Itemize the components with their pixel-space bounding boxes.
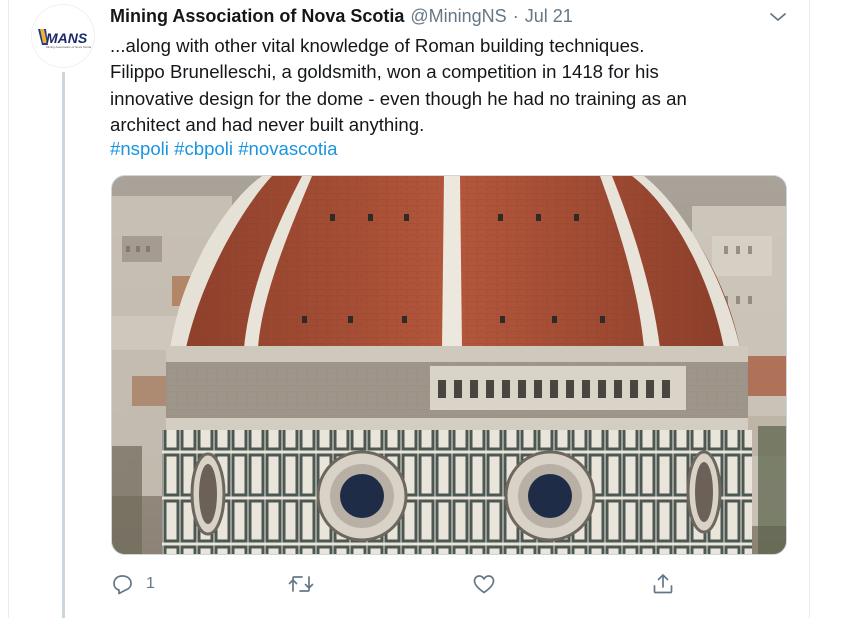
share-icon	[653, 574, 673, 594]
hashtags: #nspoli #cbpoli #novascotia	[110, 137, 337, 161]
tweet-actions: 1	[110, 570, 710, 598]
tweet-date[interactable]: Jul 21	[525, 6, 573, 27]
reply-count: 1	[146, 575, 155, 592]
separator-dot: ·	[512, 5, 519, 26]
like-button[interactable]	[472, 570, 508, 598]
hashtag-nspoli[interactable]: #nspoli	[110, 138, 169, 159]
author-name[interactable]: Mining Association of Nova Scotia	[110, 6, 404, 27]
author-handle[interactable]: @MiningNS	[410, 6, 506, 27]
heart-icon	[473, 575, 495, 594]
mans-logo-icon: MANS Mining Association of Nova Scotia	[38, 29, 92, 49]
avatar[interactable]: MANS Mining Association of Nova Scotia	[31, 4, 95, 68]
more-options-button[interactable]	[767, 6, 789, 28]
chevron-down-icon	[770, 13, 786, 21]
share-button[interactable]	[651, 570, 675, 598]
avatar-subtext: Mining Association of Nova Scotia	[46, 45, 92, 49]
reply-button[interactable]: 1	[110, 570, 155, 598]
tweet-text-line: ...along with other vital knowledge of R…	[110, 35, 645, 56]
reply-icon	[113, 575, 132, 595]
avatar-text: MANS	[46, 30, 88, 46]
tweet-text-line: architect and had never built anything.	[110, 113, 425, 135]
tweet-text-line: innovative design for the dome - even th…	[110, 87, 687, 109]
tweet-header: Mining Association of Nova Scotia @Minin…	[110, 5, 573, 27]
tweet-card[interactable]: MANS Mining Association of Nova Scotia M…	[8, 0, 810, 618]
retweet-button[interactable]	[288, 570, 326, 598]
tweet-text-line: Filippo Brunelleschi, a goldsmith, won a…	[110, 61, 659, 83]
dome-photo	[112, 176, 786, 554]
hashtag-cbpoli[interactable]: #cbpoli	[174, 138, 233, 159]
tweet-photo[interactable]	[111, 175, 787, 555]
retweet-icon	[288, 576, 314, 592]
thread-line	[62, 72, 65, 618]
hashtag-novascotia[interactable]: #novascotia	[238, 138, 337, 159]
tweet-text: ...along with other vital knowledge of R…	[110, 33, 800, 138]
